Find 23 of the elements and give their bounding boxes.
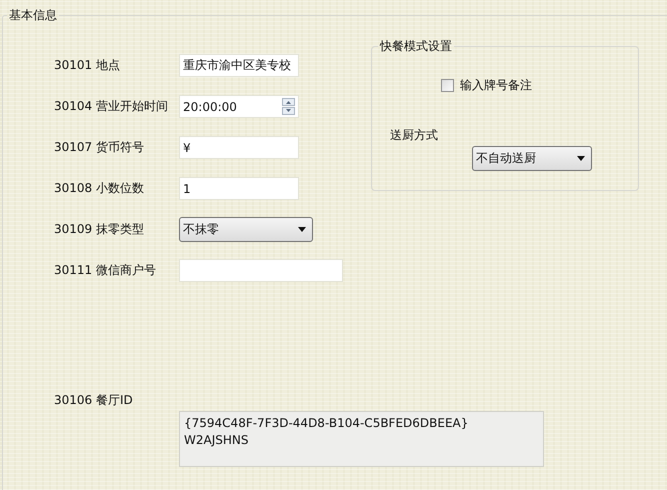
id-text-area[interactable]: {7594C48F-7F3D-44D8-B104-C5BFED6DBEEA} W2AJSHNS — [179, 411, 544, 467]
field-label: 30104 营业开始时间 — [54, 98, 169, 115]
field-label: 30111 微信商户号 — [54, 262, 157, 279]
input-field[interactable]: ¥ — [179, 136, 299, 159]
input-field[interactable] — [179, 259, 343, 282]
field-label: 30107 货币符号 — [54, 139, 145, 156]
group-title: 基本信息 — [8, 8, 58, 22]
field-label: 30101 地点 — [54, 57, 121, 74]
dropdown[interactable]: 不自动送厨 — [472, 146, 592, 171]
spin-down-icon[interactable] — [282, 107, 295, 115]
checkbox[interactable]: 输入牌号备注 — [441, 77, 532, 94]
field-label: 送厨方式 — [390, 127, 438, 144]
spin-up-icon[interactable] — [282, 98, 295, 106]
field-label: 30106 餐厅ID — [54, 392, 134, 409]
dropdown[interactable]: 不抹零 — [179, 217, 313, 242]
field-label: 30109 抹零类型 — [54, 221, 145, 238]
input-field[interactable]: 重庆市渝中区美专校 — [179, 54, 299, 77]
group-title: 快餐模式设置 — [378, 39, 453, 53]
input-field[interactable]: 1 — [179, 177, 299, 200]
caret-icon — [298, 227, 306, 232]
caret-icon — [577, 156, 585, 161]
time-field[interactable]: 20:00:00 — [179, 95, 299, 118]
field-label: 30108 小数位数 — [54, 180, 145, 197]
